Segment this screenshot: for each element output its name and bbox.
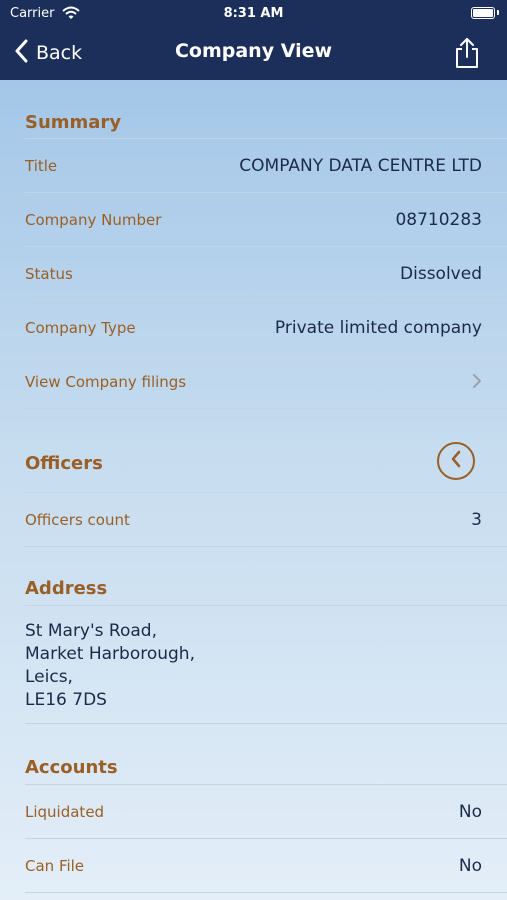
view-filings-row[interactable]: View Company filings [25, 355, 482, 408]
address-line: Market Harborough, [25, 644, 195, 664]
divider [25, 605, 507, 606]
can-file-label: Can File [25, 856, 85, 875]
title-value: COMPANY DATA CENTRE LTD [239, 155, 482, 176]
company-number-label: Company Number [25, 210, 162, 229]
status-row: Status Dissolved [25, 247, 482, 300]
divider [25, 408, 507, 409]
officers-count-row: Officers count 3 [25, 493, 482, 546]
share-button[interactable] [452, 36, 482, 70]
can-file-value: No [458, 855, 482, 876]
title-row: Title COMPANY DATA CENTRE LTD [25, 139, 482, 192]
officers-header: Officers [25, 453, 103, 474]
status-value: Dissolved [400, 263, 482, 284]
title-label: Title [25, 156, 58, 175]
chevron-left-icon [449, 449, 463, 473]
page-title: Company View [174, 40, 333, 62]
navigation-bar: Carrier 8:31 AM Back Company View [0, 0, 507, 80]
battery-tip [497, 10, 499, 15]
address-line: Leics, [25, 667, 73, 687]
divider [25, 892, 507, 893]
company-type-row: Company Type Private limited company [25, 301, 482, 354]
divider [25, 723, 507, 724]
officers-expand-button[interactable] [437, 442, 475, 480]
liquidated-label: Liquidated [25, 802, 105, 821]
share-icon [452, 38, 482, 74]
company-type-value: Private limited company [274, 317, 482, 338]
address-line: LE16 7DS [25, 690, 107, 710]
view-filings-label: View Company filings [25, 372, 187, 391]
accounts-header: Accounts [25, 757, 118, 778]
address-block: St Mary's Road, Market Harborough, Leics… [25, 620, 195, 712]
liquidated-value: No [458, 801, 482, 822]
company-number-row: Company Number 08710283 [25, 193, 482, 246]
company-detail-content: Summary Title COMPANY DATA CENTRE LTD Co… [0, 80, 507, 900]
status-label: Status [25, 264, 73, 283]
battery-icon [471, 7, 495, 19]
officers-count-value: 3 [471, 509, 482, 530]
summary-header: Summary [25, 112, 122, 133]
liquidated-row: Liquidated No [25, 785, 482, 838]
address-line: St Mary's Road, [25, 621, 157, 641]
chevron-right-icon [472, 370, 482, 394]
can-file-row: Can File No [25, 839, 482, 892]
company-type-label: Company Type [25, 318, 136, 337]
divider [25, 546, 507, 547]
officers-count-label: Officers count [25, 510, 130, 529]
clock: 8:31 AM [223, 6, 284, 21]
address-header: Address [25, 578, 108, 599]
company-number-value: 08710283 [395, 209, 482, 230]
